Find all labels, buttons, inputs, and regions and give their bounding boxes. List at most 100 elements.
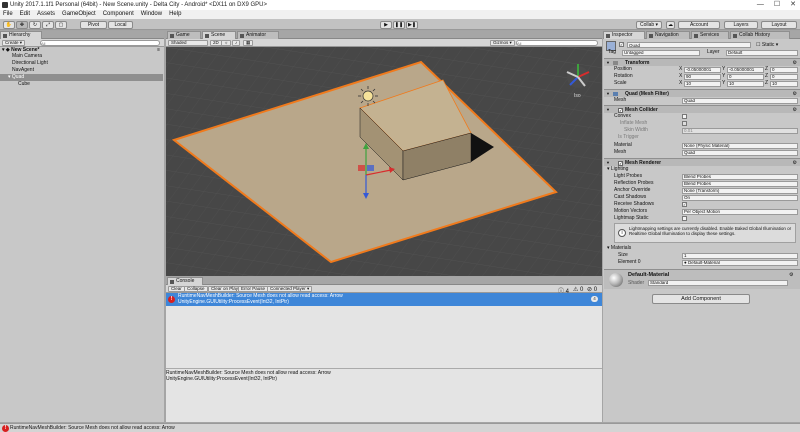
minimize-button[interactable]: —	[757, 0, 764, 10]
position-y-field[interactable]: -0.05000001	[727, 66, 764, 73]
static-checkbox[interactable]: ☐ Static ▾	[756, 42, 778, 48]
mesh-filter-header[interactable]: ▼ Quad (Mesh Filter) ⚙	[604, 89, 800, 97]
rotate-tool-button[interactable]: ↻	[29, 21, 41, 29]
add-component-button[interactable]: Add Component	[652, 294, 750, 304]
hierarchy-item-directional-light[interactable]: Directional Light	[0, 60, 163, 67]
mesh-renderer-enabled-checkbox[interactable]: ✓	[618, 160, 623, 166]
projection-label[interactable]: Iso	[574, 93, 581, 99]
scale-x-field[interactable]: 10	[684, 80, 721, 87]
lighting-foldout[interactable]: ▾ Lighting	[604, 166, 800, 173]
hierarchy-item-navagent[interactable]: NavAgent	[0, 67, 163, 74]
skin-width-field[interactable]: 0.01	[682, 127, 798, 134]
step-button[interactable]: ▶❚	[406, 21, 418, 29]
rect-tool-button[interactable]: ▢	[55, 21, 67, 29]
motion-vectors-dropdown[interactable]: Per Object Motion	[682, 208, 798, 215]
transform-header[interactable]: ▼ Transform ⚙	[604, 58, 800, 66]
layer-dropdown[interactable]: Default	[726, 49, 798, 56]
2d-toggle[interactable]: 2D	[210, 40, 222, 46]
scene-search-input[interactable]	[516, 40, 598, 46]
cast-shadows-dropdown[interactable]: On	[682, 194, 798, 201]
gizmos-dropdown[interactable]: Gizmos ▾	[490, 40, 515, 46]
active-checkbox[interactable]: ✓	[619, 42, 624, 47]
console-error-pause-button[interactable]: Error Pause	[238, 286, 269, 292]
tag-dropdown[interactable]: Untagged	[622, 49, 700, 56]
status-bar[interactable]: ! RuntimeNavMeshBuilder: Source Mesh doe…	[0, 423, 800, 432]
mesh-filter-field[interactable]: Quad	[682, 97, 798, 104]
tab-game[interactable]: Game	[167, 31, 201, 39]
layers-dropdown[interactable]: Layers	[724, 21, 758, 29]
menu-window[interactable]: Window	[141, 10, 162, 19]
rotation-x-field[interactable]: 90	[684, 73, 721, 80]
tab-services[interactable]: Services	[691, 31, 729, 39]
gear-icon[interactable]: ⚙	[789, 272, 793, 278]
close-button[interactable]: ✕	[790, 0, 796, 10]
move-tool-button[interactable]: ✥	[16, 21, 28, 29]
console-log-entry[interactable]: ! RuntimeNavMeshBuilder: Source Mesh doe…	[166, 293, 602, 306]
local-toggle[interactable]: Local	[108, 21, 133, 29]
object-name-field[interactable]	[627, 42, 751, 48]
tab-console[interactable]: Console	[167, 277, 203, 285]
shader-dropdown[interactable]: Standard	[648, 280, 788, 286]
menu-edit[interactable]: Edit	[20, 10, 30, 19]
error-count-icon[interactable]: ⊘ 0	[587, 286, 597, 293]
layout-dropdown[interactable]: Layout	[761, 21, 797, 29]
tab-animator[interactable]: Animator	[237, 31, 279, 39]
directional-light-gizmo[interactable]	[358, 86, 378, 106]
mesh-renderer-header[interactable]: ▼ ✓ Mesh Renderer ⚙	[604, 158, 800, 166]
menu-assets[interactable]: Assets	[37, 10, 55, 19]
tab-hierarchy[interactable]: Hierarchy	[0, 31, 42, 39]
scale-tool-button[interactable]: ⤢	[42, 21, 54, 29]
convex-checkbox[interactable]	[682, 114, 687, 119]
warning-count-icon[interactable]: ⚠ 0	[573, 286, 583, 293]
position-x-field[interactable]: -0.05000001	[684, 66, 721, 73]
maximize-button[interactable]: ☐	[774, 0, 780, 10]
receive-shadows-checkbox[interactable]: ✓	[682, 202, 687, 207]
reflection-probes-dropdown[interactable]: Blend Probes	[682, 180, 798, 187]
scale-z-field[interactable]: 10	[770, 80, 798, 87]
menu-gameobject[interactable]: GameObject	[62, 10, 96, 19]
console-collapse-button[interactable]: Collapse	[184, 286, 208, 292]
light-probes-dropdown[interactable]: Blend Probes	[682, 173, 798, 180]
cloud-button[interactable]: ☁	[666, 21, 675, 29]
inflate-checkbox[interactable]	[682, 121, 687, 126]
connected-player-dropdown[interactable]: Connected Player ▾	[267, 286, 313, 292]
pivot-toggle[interactable]: Pivot	[80, 21, 107, 29]
mesh-collider-enabled-checkbox[interactable]: ✓	[618, 107, 623, 113]
pause-button[interactable]: ❚❚	[393, 21, 405, 29]
tab-inspector[interactable]: Inspector	[603, 31, 645, 39]
collab-button[interactable]: Collab ▾	[636, 21, 662, 29]
physic-material-field[interactable]: None (Physic Material)	[682, 142, 798, 149]
scale-y-field[interactable]: 10	[727, 80, 764, 87]
anchor-override-field[interactable]: None (Transform)	[682, 187, 798, 194]
menu-file[interactable]: File	[3, 10, 13, 19]
lighting-toggle[interactable]: ☼	[221, 40, 232, 46]
hand-tool-button[interactable]: ✋	[3, 21, 15, 29]
materials-size-field[interactable]: 1	[682, 252, 798, 259]
menu-help[interactable]: Help	[169, 10, 181, 19]
position-z-field[interactable]: 0	[770, 66, 798, 73]
shading-mode-dropdown[interactable]: Shaded	[168, 40, 208, 46]
rotation-z-field[interactable]: 0	[770, 73, 798, 80]
console-clear-on-play-button[interactable]: Clear on Play	[208, 286, 242, 292]
tab-navigation[interactable]: Navigation	[646, 31, 690, 39]
audio-toggle[interactable]: ♪	[232, 40, 241, 46]
material-element-field[interactable]: ● Default-Material	[682, 259, 798, 266]
menu-component[interactable]: Component	[103, 10, 134, 19]
materials-foldout[interactable]: ▾ Materials	[604, 245, 800, 252]
hierarchy-item-quad[interactable]: ▾ Quad	[0, 74, 163, 81]
hierarchy-search-input[interactable]	[40, 40, 160, 46]
console-divider[interactable]	[166, 368, 602, 369]
collider-mesh-field[interactable]: Quad	[682, 149, 798, 156]
play-button[interactable]: ▶	[380, 21, 392, 29]
console-clear-button[interactable]: Clear	[168, 286, 185, 292]
effects-toggle[interactable]: ▦	[243, 40, 254, 46]
account-dropdown[interactable]: Account	[678, 21, 720, 29]
hierarchy-item-main-camera[interactable]: Main Camera	[0, 53, 163, 60]
hierarchy-item-cube[interactable]: Cube	[0, 81, 163, 88]
rotation-y-field[interactable]: 0	[727, 73, 764, 80]
scene-viewport[interactable]: Iso	[166, 47, 602, 276]
create-button[interactable]: Create ▾	[2, 40, 26, 46]
mesh-collider-header[interactable]: ▼ ✓ Mesh Collider ⚙	[604, 105, 800, 113]
tab-scene[interactable]: Scene	[202, 31, 236, 39]
tab-collab-history[interactable]: Collab History	[730, 31, 790, 39]
